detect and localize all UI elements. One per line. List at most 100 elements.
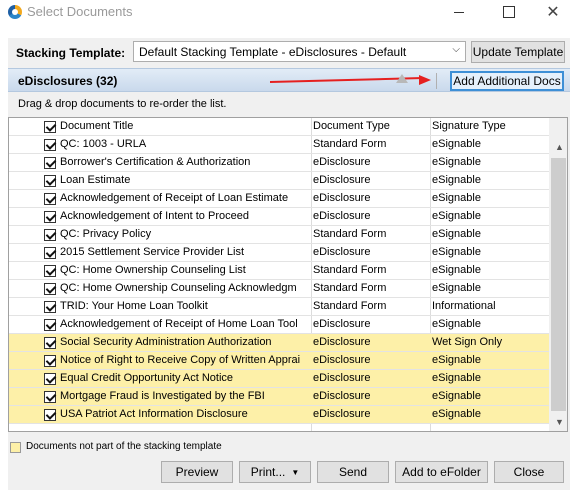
signature-type: eSignable [432,318,481,330]
document-checkbox[interactable] [44,265,56,277]
document-type: Standard Form [313,282,387,294]
document-checkbox[interactable] [44,247,56,259]
document-row[interactable]: QC: 1003 - URLA Standard Form eSignable [9,136,549,154]
document-row[interactable]: USA Patriot Act Information Disclosure eD… [9,406,549,424]
document-checkbox[interactable] [44,139,56,151]
print-button[interactable]: Print... ▼ [239,461,311,483]
document-title: Mortgage Fraud is Investigated by the FB… [60,390,265,402]
document-title: QC: Home Ownership Counseling List [60,264,246,276]
scroll-down-icon[interactable]: ▼ [555,417,564,427]
document-checkbox[interactable] [44,193,56,205]
column-header-title[interactable]: Document Title [60,120,306,132]
document-row[interactable]: Loan Estimate eDisclosure eSignable [9,172,549,190]
stacking-template-row: Stacking Template: Default Stacking Temp… [8,40,570,64]
document-type: eDisclosure [313,174,371,186]
column-header-type[interactable]: Document Type [313,120,429,132]
document-title: 2015 Settlement Service Provider List [60,246,245,258]
document-type: Standard Form [313,228,387,240]
minimize-button[interactable] [436,0,482,24]
document-title: Social Security Administration Authoriza… [60,336,272,348]
document-row[interactable]: TRID: Your Home Loan Toolkit Standard For… [9,298,549,316]
signature-type: eSignable [432,156,481,168]
caret-down-icon: ▼ [291,467,300,477]
document-type: eDisclosure [313,156,371,168]
document-title: Acknowledgement of Receipt of Home Loan … [60,318,298,330]
preview-button[interactable]: Preview [161,461,233,483]
update-template-button[interactable]: Update Template [471,41,565,63]
app-logo-icon [8,5,22,19]
document-title: Borrower's Certification & Authorization [60,156,251,168]
signature-type: eSignable [432,192,481,204]
chevron-down-icon: ⌵ [452,44,460,55]
select-all-checkbox[interactable] [44,121,56,133]
document-row[interactable]: Acknowledgement of Receipt of Loan Estim… [9,190,549,208]
document-checkbox[interactable] [44,409,56,421]
document-type: Standard Form [313,264,387,276]
annotation-arrow-head-icon [419,75,431,85]
document-type: eDisclosure [313,354,371,366]
document-checkbox[interactable] [44,355,56,367]
document-title: Equal Credit Opportunity Act Notice [60,372,234,384]
document-row[interactable]: Notice of Right to Receive Copy of Writt… [9,352,549,370]
add-to-efolder-button[interactable]: Add to eFolder [395,461,488,483]
document-checkbox[interactable] [44,301,56,313]
document-checkbox[interactable] [44,337,56,349]
move-up-icon[interactable] [396,74,408,83]
document-row[interactable]: Mortgage Fraud is Investigated by the FB… [9,388,549,406]
signature-type: eSignable [432,390,481,402]
document-row[interactable]: Equal Credit Opportunity Act Notice eDisc… [9,370,549,388]
document-row[interactable]: QC: Home Ownership Counseling Acknowledg… [9,280,549,298]
document-row[interactable]: Social Security Administration Authoriza… [9,334,549,352]
close-window-button[interactable]: ✕ [530,0,576,24]
signature-type: eSignable [432,282,481,294]
signature-type: eSignable [432,354,481,366]
document-checkbox[interactable] [44,373,56,385]
document-checkbox[interactable] [44,211,56,223]
document-title: QC: Home Ownership Counseling Acknowledg… [60,282,297,294]
signature-type: eSignable [432,408,481,420]
document-checkbox[interactable] [44,319,56,331]
document-checkbox[interactable] [44,175,56,187]
document-title: TRID: Your Home Loan Toolkit [60,300,208,312]
document-type: eDisclosure [313,390,371,402]
document-checkbox[interactable] [44,229,56,241]
document-row[interactable]: QC: Home Ownership Counseling List Standa… [9,262,549,280]
document-title: Loan Estimate [60,174,131,186]
document-row[interactable]: 2015 Settlement Service Provider List eDi… [9,244,549,262]
edisclosures-section-bar: eDisclosures (32) Add Additional Docs [8,68,570,92]
toolbar-divider [436,73,437,89]
reorder-instruction: Drag & drop documents to re-order the li… [18,98,227,110]
column-header-signature[interactable]: Signature Type [432,120,548,132]
scroll-thumb[interactable] [551,158,566,411]
document-type: eDisclosure [313,192,371,204]
document-checkbox[interactable] [44,391,56,403]
maximize-button[interactable] [486,0,532,24]
document-type: Standard Form [313,138,387,150]
grid-header-row: Document Title Document Type Signature T… [9,118,549,136]
stacking-template-select[interactable]: Default Stacking Template - eDisclosures… [133,41,466,62]
document-checkbox[interactable] [44,283,56,295]
document-type: eDisclosure [313,246,371,258]
document-row[interactable]: QC: Privacy Policy Standard Form eSignable [9,226,549,244]
document-title: Notice of Right to Receive Copy of Writt… [60,354,301,366]
vertical-scrollbar[interactable]: ▲ ▼ [549,118,567,431]
document-row[interactable]: Acknowledgement of Intent to Proceed eDis… [9,208,549,226]
document-title: QC: 1003 - URLA [60,138,147,150]
stacking-template-label: Stacking Template: [16,46,126,60]
signature-type: eSignable [432,210,481,222]
scroll-up-icon[interactable]: ▲ [555,142,564,152]
document-type: eDisclosure [313,318,371,330]
add-additional-docs-button[interactable]: Add Additional Docs [450,71,564,91]
document-title: QC: Privacy Policy [60,228,152,240]
document-title: USA Patriot Act Information Disclosure [60,408,248,420]
print-button-label: Print... [250,465,286,479]
document-row[interactable]: Acknowledgement of Receipt of Home Loan … [9,316,549,334]
send-button[interactable]: Send [317,461,389,483]
section-title: eDisclosures (32) [18,74,118,88]
document-row[interactable]: Borrower's Certification & Authorization… [9,154,549,172]
signature-type: Informational [432,300,496,312]
signature-type: eSignable [432,264,481,276]
close-button[interactable]: Close [494,461,564,483]
legend-text: Documents not part of the stacking templ… [26,441,222,452]
document-checkbox[interactable] [44,157,56,169]
